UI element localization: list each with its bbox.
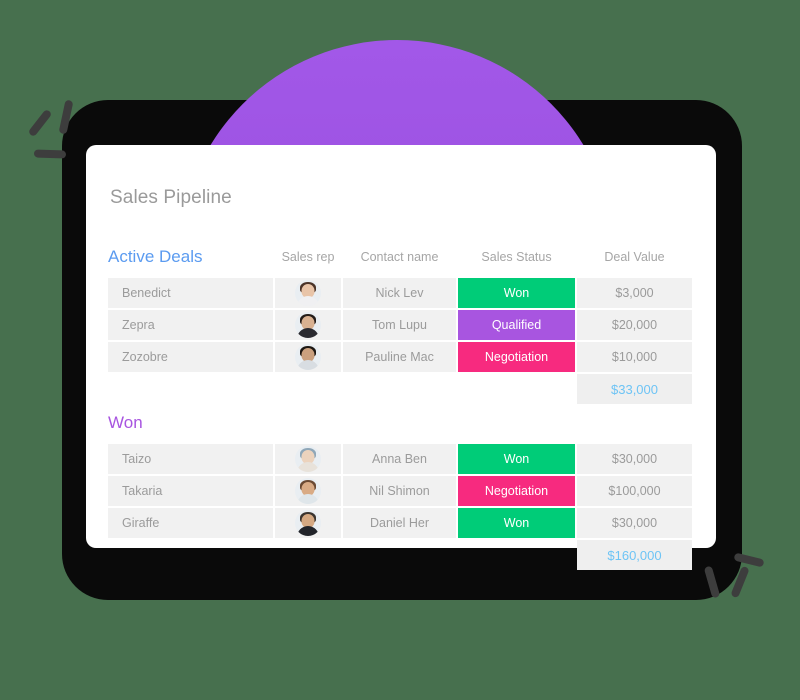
table-row[interactable]: Taizo Anna Ben Won $30,000 bbox=[108, 444, 694, 474]
table-row[interactable]: Giraffe Daniel Her Won $30,000 bbox=[108, 508, 694, 538]
avatar-shoulders bbox=[297, 494, 319, 504]
contact-name-cell: Nick Lev bbox=[343, 278, 456, 308]
sales-status-cell: Qualified bbox=[458, 310, 575, 340]
spark-decoration-top-left-3 bbox=[33, 149, 67, 159]
sales-rep-cell bbox=[275, 310, 341, 340]
sales-status-cell: Negotiation bbox=[458, 476, 575, 506]
avatar-shoulders bbox=[297, 296, 319, 306]
status-badge[interactable]: Won bbox=[458, 444, 575, 474]
status-badge[interactable]: Qualified bbox=[458, 310, 575, 340]
deal-value-cell: $30,000 bbox=[577, 444, 692, 474]
table-section-header: Won bbox=[108, 406, 694, 440]
deal-value-cell: $10,000 bbox=[577, 342, 692, 372]
sales-status-cell: Won bbox=[458, 444, 575, 474]
avatar-takaria[interactable] bbox=[295, 478, 321, 504]
subtotal-row: $33,000 bbox=[108, 374, 694, 404]
deal-value-cell: $3,000 bbox=[577, 278, 692, 308]
deal-value-cell: $20,000 bbox=[577, 310, 692, 340]
purple-dome-decoration bbox=[62, 40, 742, 152]
deal-name-cell: Zozobre bbox=[108, 342, 273, 372]
avatar-shoulders bbox=[297, 462, 319, 472]
sales-rep-cell bbox=[275, 476, 341, 506]
status-badge[interactable]: Negotiation bbox=[458, 342, 575, 372]
contact-name-cell: Daniel Her bbox=[343, 508, 456, 538]
spark-decoration-top-left-1 bbox=[27, 108, 53, 138]
purple-dome bbox=[179, 40, 615, 152]
section-title: Won bbox=[108, 413, 143, 432]
deal-name-cell: Benedict bbox=[108, 278, 273, 308]
sales-status-cell: Won bbox=[458, 278, 575, 308]
sales-status-cell: Won bbox=[458, 508, 575, 538]
avatar-zepra[interactable] bbox=[295, 312, 321, 338]
subtotal-blank-cell bbox=[343, 540, 456, 570]
subtotal-row: $160,000 bbox=[108, 540, 694, 570]
contact-name-cell: Nil Shimon bbox=[343, 476, 456, 506]
column-header-contact: Contact name bbox=[360, 250, 439, 264]
status-badge[interactable]: Won bbox=[458, 508, 575, 538]
subtotal-blank-cell bbox=[108, 540, 273, 570]
avatar-shoulders bbox=[297, 360, 319, 370]
contact-name-cell: Tom Lupu bbox=[343, 310, 456, 340]
deal-value-cell: $100,000 bbox=[577, 476, 692, 506]
table-row[interactable]: Benedict Nick Lev Won $3,000 bbox=[108, 278, 694, 308]
table-row[interactable]: Zozobre Pauline Mac Negotiation $10,000 bbox=[108, 342, 694, 372]
deal-name-cell: Taizo bbox=[108, 444, 273, 474]
contact-name-cell: Anna Ben bbox=[343, 444, 456, 474]
sales-rep-cell bbox=[275, 278, 341, 308]
scene: Sales Pipeline Active Deals Sales rep Cont… bbox=[0, 0, 800, 700]
column-header-status: Sales Status bbox=[481, 250, 552, 264]
contact-name-cell: Pauline Mac bbox=[343, 342, 456, 372]
sales-rep-cell bbox=[275, 444, 341, 474]
subtotal-blank-cell bbox=[458, 374, 575, 404]
deal-value-cell: $30,000 bbox=[577, 508, 692, 538]
sales-rep-cell bbox=[275, 508, 341, 538]
avatar-zozobre[interactable] bbox=[295, 344, 321, 370]
table-row[interactable]: Takaria Nil Shimon Negotiation $100,000 bbox=[108, 476, 694, 506]
column-header-value: Deal Value bbox=[604, 250, 665, 264]
subtotal-blank-cell bbox=[275, 374, 341, 404]
sales-rep-cell bbox=[275, 342, 341, 372]
avatar-giraffe[interactable] bbox=[295, 510, 321, 536]
subtotal-blank-cell bbox=[275, 540, 341, 570]
column-header-rep: Sales rep bbox=[281, 250, 335, 264]
sales-pipeline-table: Active Deals Sales rep Contact name Sales S… bbox=[108, 240, 694, 572]
avatar-taizo[interactable] bbox=[295, 446, 321, 472]
deal-name-cell: Giraffe bbox=[108, 508, 273, 538]
page-title: Sales Pipeline bbox=[110, 187, 232, 208]
subtotal-blank-cell bbox=[343, 374, 456, 404]
table-row[interactable]: Zepra Tom Lupu Qualified $20,000 bbox=[108, 310, 694, 340]
subtotal-blank-cell bbox=[108, 374, 273, 404]
subtotal-value: $33,000 bbox=[577, 374, 692, 404]
status-badge[interactable]: Negotiation bbox=[458, 476, 575, 506]
avatar-benedict[interactable] bbox=[295, 280, 321, 306]
subtotal-blank-cell bbox=[458, 540, 575, 570]
avatar-shoulders bbox=[297, 328, 319, 338]
subtotal-value: $160,000 bbox=[577, 540, 692, 570]
table-section-header: Active Deals Sales rep Contact name Sales S… bbox=[108, 240, 694, 274]
deal-name-cell: Takaria bbox=[108, 476, 273, 506]
avatar-shoulders bbox=[297, 526, 319, 536]
section-title: Active Deals bbox=[108, 247, 203, 266]
sales-pipeline-card: Sales Pipeline Active Deals Sales rep Cont… bbox=[86, 145, 716, 570]
sales-status-cell: Negotiation bbox=[458, 342, 575, 372]
status-badge[interactable]: Won bbox=[458, 278, 575, 308]
deal-name-cell: Zepra bbox=[108, 310, 273, 340]
